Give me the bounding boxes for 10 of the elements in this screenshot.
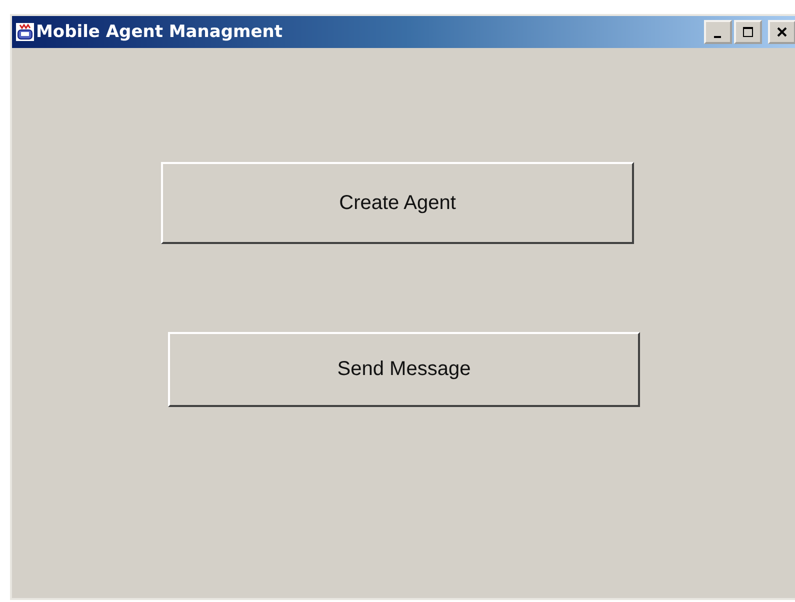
close-button[interactable] (768, 20, 795, 44)
close-icon (776, 26, 788, 38)
minimize-button[interactable] (704, 20, 732, 44)
window-title: Mobile Agent Managment (36, 22, 282, 42)
action-button[interactable]: Create Agent (161, 162, 634, 244)
minimize-icon (714, 36, 720, 38)
maximize-button[interactable] (734, 20, 762, 44)
maximize-icon (742, 26, 754, 38)
action-button[interactable]: Send Message (168, 332, 640, 407)
app-icon (16, 23, 34, 41)
